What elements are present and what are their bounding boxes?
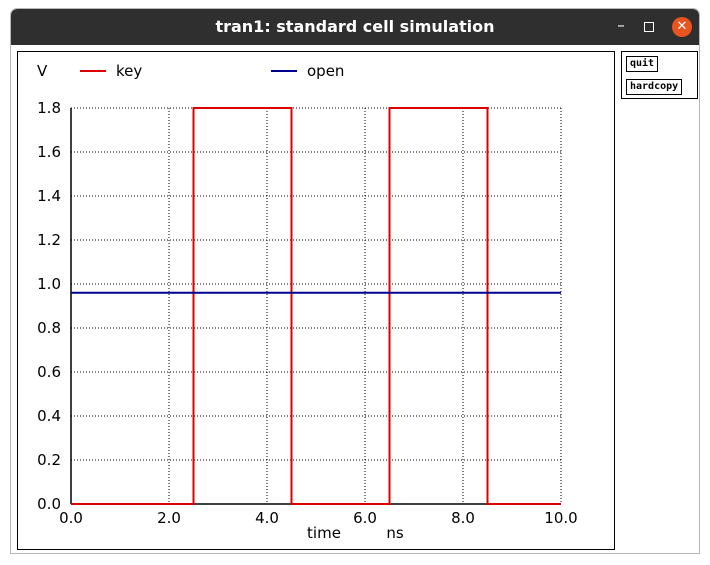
plot-area: 0.0 2.0 4.0 6.0 8.0 10.0 0.0 0.2 0.4 0.6 0.8 1.0 1.2… xyxy=(17,51,615,550)
series-layer xyxy=(71,107,561,505)
x-tick-label: 10.0 xyxy=(544,509,577,527)
button-panel: quit hardcopy xyxy=(621,51,698,99)
x-tick-label: 8.0 xyxy=(451,509,475,527)
series-line-key xyxy=(71,107,561,505)
y-tick-label: 0.4 xyxy=(37,407,61,425)
x-tick-label: 4.0 xyxy=(255,509,279,527)
tick-labels: 0.0 2.0 4.0 6.0 8.0 10.0 0.0 0.2 0.4 0.6 0.8 1.0 1.2… xyxy=(37,62,578,542)
x-tick-label: 0.0 xyxy=(59,509,83,527)
y-tick-label: 0.2 xyxy=(37,451,61,469)
app-window: tran1: standard cell simulation – ✕ 0.0 2… xyxy=(10,8,700,554)
x-axis-unit: ns xyxy=(386,524,404,542)
y-tick-label: 1.4 xyxy=(37,187,61,205)
y-axis-label: V xyxy=(37,62,48,80)
close-icon: ✕ xyxy=(676,19,688,34)
y-tick-label: 1.0 xyxy=(37,275,61,293)
y-tick-label: 1.2 xyxy=(37,231,61,249)
quit-button[interactable]: quit xyxy=(626,56,659,72)
maximize-icon xyxy=(644,22,654,32)
window-title: tran1: standard cell simulation xyxy=(215,17,495,36)
y-tick-label: 0.8 xyxy=(37,319,61,337)
x-tick-label: 2.0 xyxy=(157,509,181,527)
hardcopy-button[interactable]: hardcopy xyxy=(626,79,683,95)
voltage-chart: 0.0 2.0 4.0 6.0 8.0 10.0 0.0 0.2 0.4 0.6 0.8 1.0 1.2… xyxy=(37,62,578,542)
y-tick-label: 1.6 xyxy=(37,143,61,161)
x-tick-label: 6.0 xyxy=(353,509,377,527)
legend: key open xyxy=(80,62,344,80)
y-tick-label: 1.8 xyxy=(37,99,61,117)
legend-label-key: key xyxy=(116,62,142,80)
close-button[interactable]: ✕ xyxy=(672,17,692,37)
minimize-icon: – xyxy=(617,16,625,34)
x-axis-label: time xyxy=(307,524,341,542)
maximize-button[interactable] xyxy=(639,17,659,37)
legend-label-open: open xyxy=(307,62,344,80)
y-tick-label: 0.0 xyxy=(37,495,61,513)
minimize-button[interactable]: – xyxy=(611,17,631,37)
y-tick-label: 0.6 xyxy=(37,363,61,381)
title-bar[interactable]: tran1: standard cell simulation – ✕ xyxy=(11,9,699,45)
